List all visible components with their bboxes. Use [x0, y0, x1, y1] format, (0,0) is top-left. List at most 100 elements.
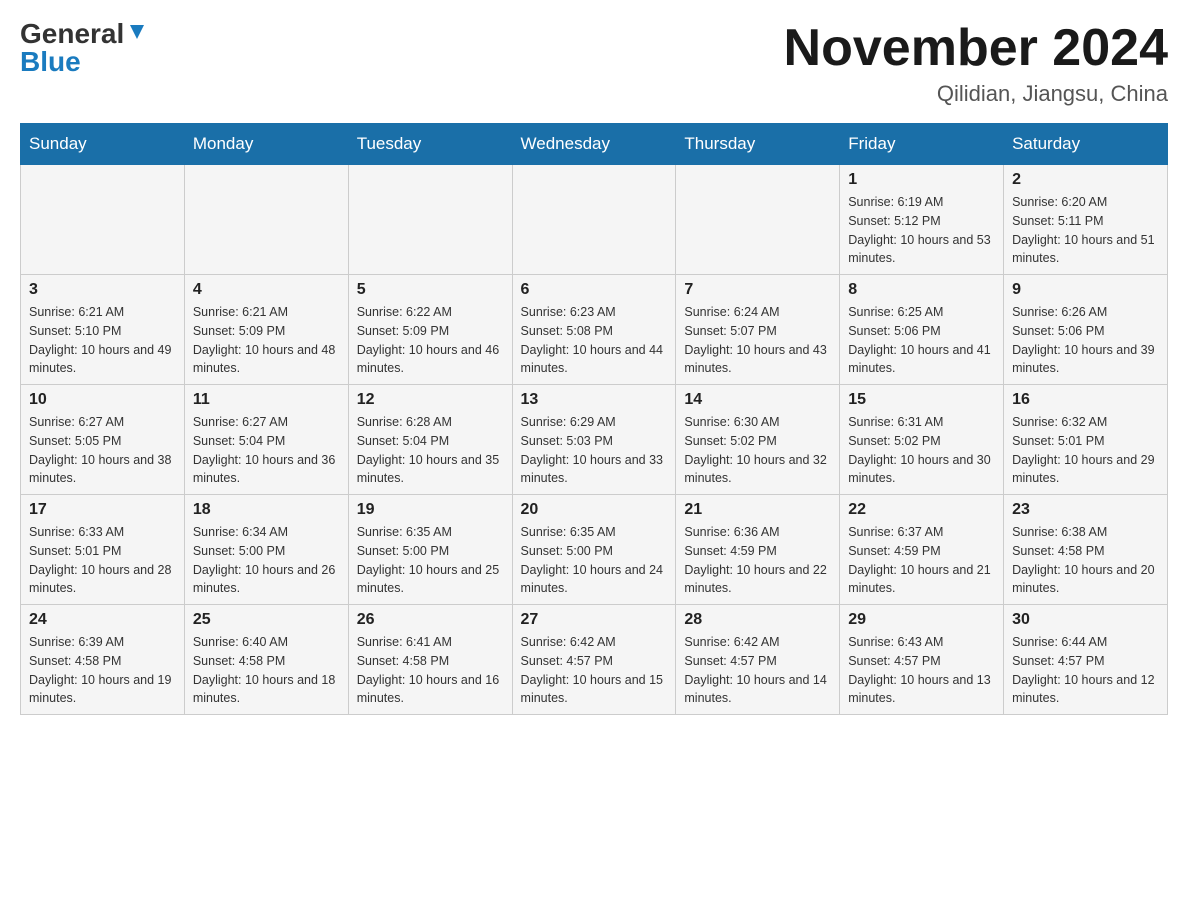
day-info: Sunrise: 6:38 AMSunset: 4:58 PMDaylight:… [1012, 523, 1159, 598]
calendar-cell: 8 Sunrise: 6:25 AMSunset: 5:06 PMDaylight… [840, 275, 1004, 385]
calendar-cell [512, 165, 676, 275]
day-info: Sunrise: 6:35 AMSunset: 5:00 PMDaylight:… [357, 523, 504, 598]
logo-arrow-icon [126, 21, 148, 43]
calendar-cell: 22 Sunrise: 6:37 AMSunset: 4:59 PMDayligh… [840, 495, 1004, 605]
day-number: 18 [193, 501, 340, 519]
calendar-cell: 10 Sunrise: 6:27 AMSunset: 5:05 PMDayligh… [21, 385, 185, 495]
day-info: Sunrise: 6:29 AMSunset: 5:03 PMDaylight:… [521, 413, 668, 488]
day-number: 24 [29, 611, 176, 629]
calendar-cell: 24 Sunrise: 6:39 AMSunset: 4:58 PMDayligh… [21, 605, 185, 715]
day-info: Sunrise: 6:43 AMSunset: 4:57 PMDaylight:… [848, 633, 995, 708]
day-info: Sunrise: 6:23 AMSunset: 5:08 PMDaylight:… [521, 303, 668, 378]
day-info: Sunrise: 6:30 AMSunset: 5:02 PMDaylight:… [684, 413, 831, 488]
calendar-cell [348, 165, 512, 275]
calendar-week-row: 10 Sunrise: 6:27 AMSunset: 5:05 PMDayligh… [21, 385, 1168, 495]
day-number: 4 [193, 281, 340, 299]
day-number: 11 [193, 391, 340, 409]
month-title: November 2024 [784, 20, 1168, 77]
calendar-cell: 15 Sunrise: 6:31 AMSunset: 5:02 PMDayligh… [840, 385, 1004, 495]
calendar-cell: 23 Sunrise: 6:38 AMSunset: 4:58 PMDayligh… [1004, 495, 1168, 605]
calendar-cell: 14 Sunrise: 6:30 AMSunset: 5:02 PMDayligh… [676, 385, 840, 495]
day-number: 28 [684, 611, 831, 629]
day-info: Sunrise: 6:27 AMSunset: 5:04 PMDaylight:… [193, 413, 340, 488]
day-number: 6 [521, 281, 668, 299]
day-info: Sunrise: 6:20 AMSunset: 5:11 PMDaylight:… [1012, 193, 1159, 268]
calendar-header: Sunday Monday Tuesday Wednesday Thursday… [21, 124, 1168, 165]
day-info: Sunrise: 6:34 AMSunset: 5:00 PMDaylight:… [193, 523, 340, 598]
calendar-week-row: 1 Sunrise: 6:19 AMSunset: 5:12 PMDaylight… [21, 165, 1168, 275]
day-info: Sunrise: 6:32 AMSunset: 5:01 PMDaylight:… [1012, 413, 1159, 488]
day-number: 16 [1012, 391, 1159, 409]
day-info: Sunrise: 6:44 AMSunset: 4:57 PMDaylight:… [1012, 633, 1159, 708]
day-number: 19 [357, 501, 504, 519]
logo-general-text: General [20, 20, 124, 48]
calendar-cell: 1 Sunrise: 6:19 AMSunset: 5:12 PMDaylight… [840, 165, 1004, 275]
calendar-cell: 11 Sunrise: 6:27 AMSunset: 5:04 PMDayligh… [184, 385, 348, 495]
day-info: Sunrise: 6:19 AMSunset: 5:12 PMDaylight:… [848, 193, 995, 268]
calendar-cell: 19 Sunrise: 6:35 AMSunset: 5:00 PMDayligh… [348, 495, 512, 605]
calendar-week-row: 17Sunrise: 6:33 AMSunset: 5:01 PMDayligh… [21, 495, 1168, 605]
calendar-cell [21, 165, 185, 275]
col-saturday: Saturday [1004, 124, 1168, 165]
day-info: Sunrise: 6:37 AMSunset: 4:59 PMDaylight:… [848, 523, 995, 598]
day-number: 10 [29, 391, 176, 409]
day-number: 23 [1012, 501, 1159, 519]
day-number: 22 [848, 501, 995, 519]
calendar-cell: 20 Sunrise: 6:35 AMSunset: 5:00 PMDayligh… [512, 495, 676, 605]
calendar-cell: 5 Sunrise: 6:22 AMSunset: 5:09 PMDaylight… [348, 275, 512, 385]
day-info: Sunrise: 6:31 AMSunset: 5:02 PMDaylight:… [848, 413, 995, 488]
calendar-cell: 28 Sunrise: 6:42 AMSunset: 4:57 PMDayligh… [676, 605, 840, 715]
calendar-week-row: 24 Sunrise: 6:39 AMSunset: 4:58 PMDayligh… [21, 605, 1168, 715]
day-info: Sunrise: 6:27 AMSunset: 5:05 PMDaylight:… [29, 413, 176, 488]
col-wednesday: Wednesday [512, 124, 676, 165]
day-info: Sunrise: 6:26 AMSunset: 5:06 PMDaylight:… [1012, 303, 1159, 378]
header-row: Sunday Monday Tuesday Wednesday Thursday… [21, 124, 1168, 165]
day-info: Sunrise: 6:24 AMSunset: 5:07 PMDaylight:… [684, 303, 831, 378]
day-number: 9 [1012, 281, 1159, 299]
day-number: 20 [521, 501, 668, 519]
day-number: 1 [848, 171, 995, 189]
day-number: 30 [1012, 611, 1159, 629]
col-thursday: Thursday [676, 124, 840, 165]
day-number: 14 [684, 391, 831, 409]
day-number: 5 [357, 281, 504, 299]
day-number: 27 [521, 611, 668, 629]
col-tuesday: Tuesday [348, 124, 512, 165]
calendar-cell: 2 Sunrise: 6:20 AMSunset: 5:11 PMDaylight… [1004, 165, 1168, 275]
day-info: Sunrise: 6:35 AMSunset: 5:00 PMDaylight:… [521, 523, 668, 598]
day-number: 15 [848, 391, 995, 409]
calendar-cell: 4Sunrise: 6:21 AMSunset: 5:09 PMDaylight… [184, 275, 348, 385]
day-number: 8 [848, 281, 995, 299]
day-number: 3 [29, 281, 176, 299]
day-info: Sunrise: 6:41 AMSunset: 4:58 PMDaylight:… [357, 633, 504, 708]
day-info: Sunrise: 6:40 AMSunset: 4:58 PMDaylight:… [193, 633, 340, 708]
day-number: 12 [357, 391, 504, 409]
calendar-cell: 25 Sunrise: 6:40 AMSunset: 4:58 PMDayligh… [184, 605, 348, 715]
day-info: Sunrise: 6:39 AMSunset: 4:58 PMDaylight:… [29, 633, 176, 708]
day-info: Sunrise: 6:42 AMSunset: 4:57 PMDaylight:… [684, 633, 831, 708]
day-info: Sunrise: 6:36 AMSunset: 4:59 PMDaylight:… [684, 523, 831, 598]
day-info: Sunrise: 6:28 AMSunset: 5:04 PMDaylight:… [357, 413, 504, 488]
logo: General Blue [20, 20, 148, 76]
calendar-cell: 18 Sunrise: 6:34 AMSunset: 5:00 PMDayligh… [184, 495, 348, 605]
calendar-cell: 29 Sunrise: 6:43 AMSunset: 4:57 PMDayligh… [840, 605, 1004, 715]
calendar-cell: 27Sunrise: 6:42 AMSunset: 4:57 PMDayligh… [512, 605, 676, 715]
day-number: 17 [29, 501, 176, 519]
day-number: 7 [684, 281, 831, 299]
day-number: 29 [848, 611, 995, 629]
calendar-cell: 16 Sunrise: 6:32 AMSunset: 5:01 PMDayligh… [1004, 385, 1168, 495]
day-info: Sunrise: 6:25 AMSunset: 5:06 PMDaylight:… [848, 303, 995, 378]
location-title: Qilidian, Jiangsu, China [784, 81, 1168, 107]
day-info: Sunrise: 6:21 AMSunset: 5:10 PMDaylight:… [29, 303, 176, 378]
calendar-cell: 12 Sunrise: 6:28 AMSunset: 5:04 PMDayligh… [348, 385, 512, 495]
calendar-cell: 7 Sunrise: 6:24 AMSunset: 5:07 PMDaylight… [676, 275, 840, 385]
calendar-cell: 3 Sunrise: 6:21 AMSunset: 5:10 PMDaylight… [21, 275, 185, 385]
day-number: 2 [1012, 171, 1159, 189]
day-number: 13 [521, 391, 668, 409]
calendar-cell: 17Sunrise: 6:33 AMSunset: 5:01 PMDayligh… [21, 495, 185, 605]
calendar-table: Sunday Monday Tuesday Wednesday Thursday… [20, 123, 1168, 715]
calendar-cell: 21Sunrise: 6:36 AMSunset: 4:59 PMDayligh… [676, 495, 840, 605]
day-info: Sunrise: 6:22 AMSunset: 5:09 PMDaylight:… [357, 303, 504, 378]
logo-blue-text: Blue [20, 48, 81, 76]
day-number: 25 [193, 611, 340, 629]
